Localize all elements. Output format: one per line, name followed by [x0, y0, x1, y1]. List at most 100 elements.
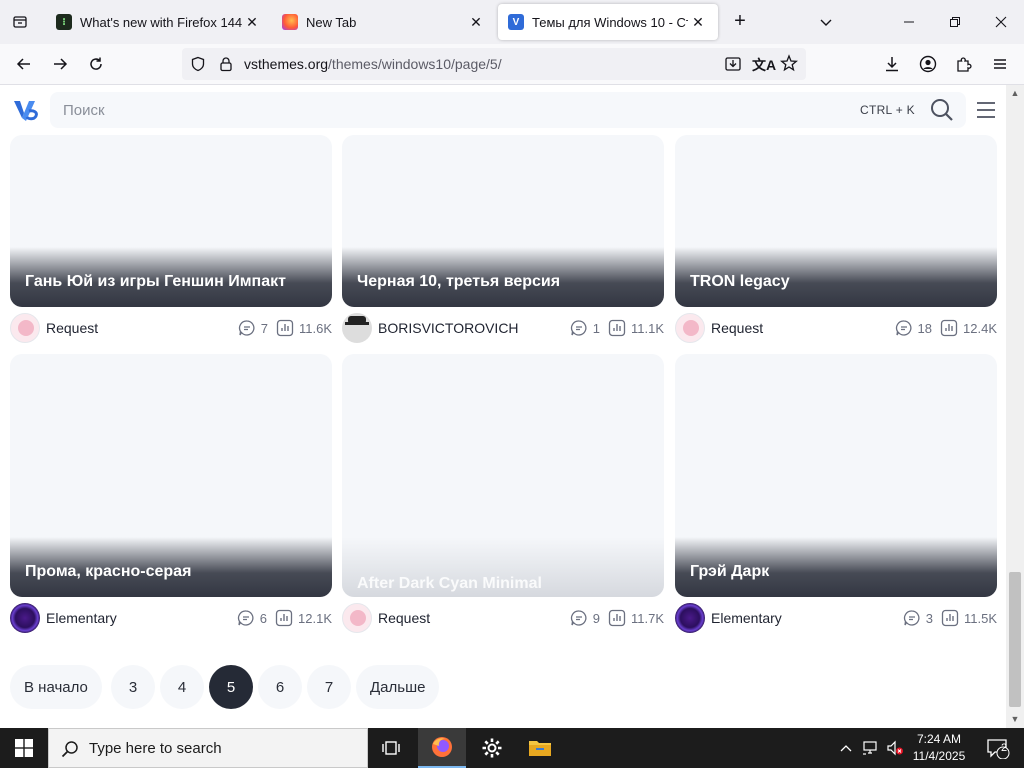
- notification-center-icon[interactable]: 2: [978, 728, 1018, 768]
- avatar[interactable]: [10, 603, 40, 633]
- forward-arrow-icon[interactable]: [47, 51, 73, 77]
- search-icon[interactable]: [930, 98, 954, 127]
- view-count: 11.6K: [276, 319, 332, 337]
- author-name[interactable]: Request: [378, 610, 562, 626]
- minimize-icon[interactable]: [886, 0, 932, 44]
- theme-card[interactable]: Черная 10, третья версия: [342, 135, 664, 307]
- address-bar[interactable]: vsthemes.org/themes/windows10/page/5/ 文A: [182, 48, 806, 80]
- taskbar-search-box[interactable]: Type here to search: [48, 728, 368, 768]
- comment-count-value: 6: [259, 610, 268, 626]
- new-tab-plus-icon[interactable]: +: [728, 10, 752, 34]
- bar-chart-icon: [275, 609, 293, 627]
- comment-count-value: 1: [592, 320, 600, 336]
- theme-card[interactable]: Прома, красно-серая: [10, 354, 332, 597]
- clock-time: 7:24 AM: [916, 732, 962, 746]
- task-view-icon[interactable]: [368, 728, 416, 768]
- firefox-logo-icon: [282, 14, 298, 30]
- card-title[interactable]: Прома, красно-серая: [25, 563, 191, 581]
- show-hidden-icons-chevron-icon[interactable]: [836, 728, 856, 768]
- page-action-download-icon[interactable]: [724, 55, 742, 78]
- card-title[interactable]: After Dark Cyan Minimal: [357, 575, 542, 593]
- back-arrow-icon[interactable]: [11, 51, 37, 77]
- tracking-shield-icon[interactable]: [190, 56, 206, 77]
- firefox-taskbar-icon[interactable]: [418, 728, 466, 768]
- comment-count-value: 18: [917, 320, 933, 336]
- avatar[interactable]: [342, 313, 372, 343]
- view-count: 11.1K: [608, 319, 664, 337]
- avatar[interactable]: [10, 313, 40, 343]
- windows-start-icon[interactable]: [0, 728, 48, 768]
- scroll-down-arrow-icon[interactable]: ▼: [1006, 712, 1024, 726]
- author-name[interactable]: BORISVICTOROVICH: [378, 320, 562, 336]
- card-title[interactable]: Гань Юй из игры Геншин Импакт: [25, 273, 286, 291]
- avatar[interactable]: [675, 313, 705, 343]
- comment-count: 3: [903, 609, 933, 627]
- pagination-page[interactable]: 4: [160, 665, 204, 709]
- scroll-up-arrow-icon[interactable]: ▲: [1006, 86, 1024, 100]
- comment-icon: [237, 610, 254, 626]
- card-meta: Request 9 11.7K: [342, 602, 664, 634]
- view-count-value: 11.6K: [298, 320, 332, 336]
- close-tab-icon[interactable]: ✕: [242, 12, 262, 32]
- comment-count: 1: [570, 319, 600, 337]
- avatar[interactable]: [342, 603, 372, 633]
- reload-icon[interactable]: [83, 51, 109, 77]
- comment-count: 18: [895, 319, 932, 337]
- translate-icon[interactable]: 文A: [752, 55, 776, 75]
- view-count-value: 11.5K: [963, 610, 997, 626]
- avatar[interactable]: [675, 603, 705, 633]
- bar-chart-icon: [276, 319, 294, 337]
- pagination-page[interactable]: 7: [307, 665, 351, 709]
- close-window-icon[interactable]: [978, 0, 1024, 44]
- pagination-current-page[interactable]: 5: [209, 665, 253, 709]
- card-title[interactable]: Грэй Дарк: [690, 563, 769, 581]
- lock-icon[interactable]: [218, 56, 234, 77]
- view-count-value: 12.4K: [963, 320, 997, 336]
- theme-card[interactable]: TRON legacy: [675, 135, 997, 307]
- network-icon[interactable]: [860, 728, 882, 768]
- pagination-next[interactable]: Дальше: [356, 665, 440, 709]
- scrollbar-thumb[interactable]: [1009, 572, 1021, 707]
- settings-gear-icon[interactable]: [468, 728, 516, 768]
- search-placeholder: Поиск: [63, 102, 105, 119]
- file-explorer-icon[interactable]: [516, 728, 564, 768]
- chevron-down-icon[interactable]: [814, 10, 838, 34]
- close-tab-icon[interactable]: ✕: [688, 12, 708, 32]
- comment-count: 7: [238, 319, 268, 337]
- tab-title: What's new with Firefox 144: [80, 14, 242, 30]
- theme-card[interactable]: Грэй Дарк: [675, 354, 997, 597]
- author-name[interactable]: Elementary: [46, 610, 229, 626]
- vsthemes-logo-icon[interactable]: [12, 97, 40, 123]
- card-title[interactable]: TRON legacy: [690, 273, 790, 291]
- comment-icon: [903, 610, 920, 626]
- close-tab-icon[interactable]: ✕: [466, 12, 486, 32]
- comment-icon: [895, 320, 912, 336]
- downloads-icon[interactable]: [879, 51, 905, 77]
- tab-list-icon[interactable]: [0, 0, 40, 44]
- comment-count: 9: [570, 609, 600, 627]
- tab-vsthemes[interactable]: V Темы для Windows 10 - Стран ✕: [498, 4, 718, 40]
- bookmark-star-icon[interactable]: [780, 54, 798, 77]
- theme-card[interactable]: Гань Юй из игры Геншин Импакт: [10, 135, 332, 307]
- restore-icon[interactable]: [932, 0, 978, 44]
- theme-card[interactable]: After Dark Cyan Minimal: [342, 354, 664, 597]
- author-name[interactable]: Request: [711, 320, 887, 336]
- comment-icon: [570, 320, 587, 336]
- pagination-first[interactable]: В начало: [10, 665, 102, 709]
- taskbar-search-placeholder: Type here to search: [89, 739, 222, 757]
- account-icon[interactable]: [915, 51, 941, 77]
- pagination-page[interactable]: 6: [258, 665, 302, 709]
- taskbar-clock[interactable]: 7:24 AM 11/4/2025: [900, 731, 978, 765]
- comment-count-value: 7: [260, 320, 268, 336]
- author-name[interactable]: Elementary: [711, 610, 895, 626]
- tab-whats-new[interactable]: ⁝ What's new with Firefox 144 ✕: [46, 4, 272, 40]
- card-title[interactable]: Черная 10, третья версия: [357, 273, 560, 291]
- hamburger-menu-icon[interactable]: [987, 51, 1013, 77]
- tab-new-tab[interactable]: New Tab ✕: [272, 4, 496, 40]
- site-menu-icon[interactable]: [976, 101, 996, 124]
- pagination-page[interactable]: 3: [111, 665, 155, 709]
- site-search-input[interactable]: Поиск CTRL + K: [50, 92, 966, 128]
- extensions-puzzle-icon[interactable]: [951, 51, 977, 77]
- author-name[interactable]: Request: [46, 320, 230, 336]
- url-host: vsthemes.org: [244, 56, 329, 72]
